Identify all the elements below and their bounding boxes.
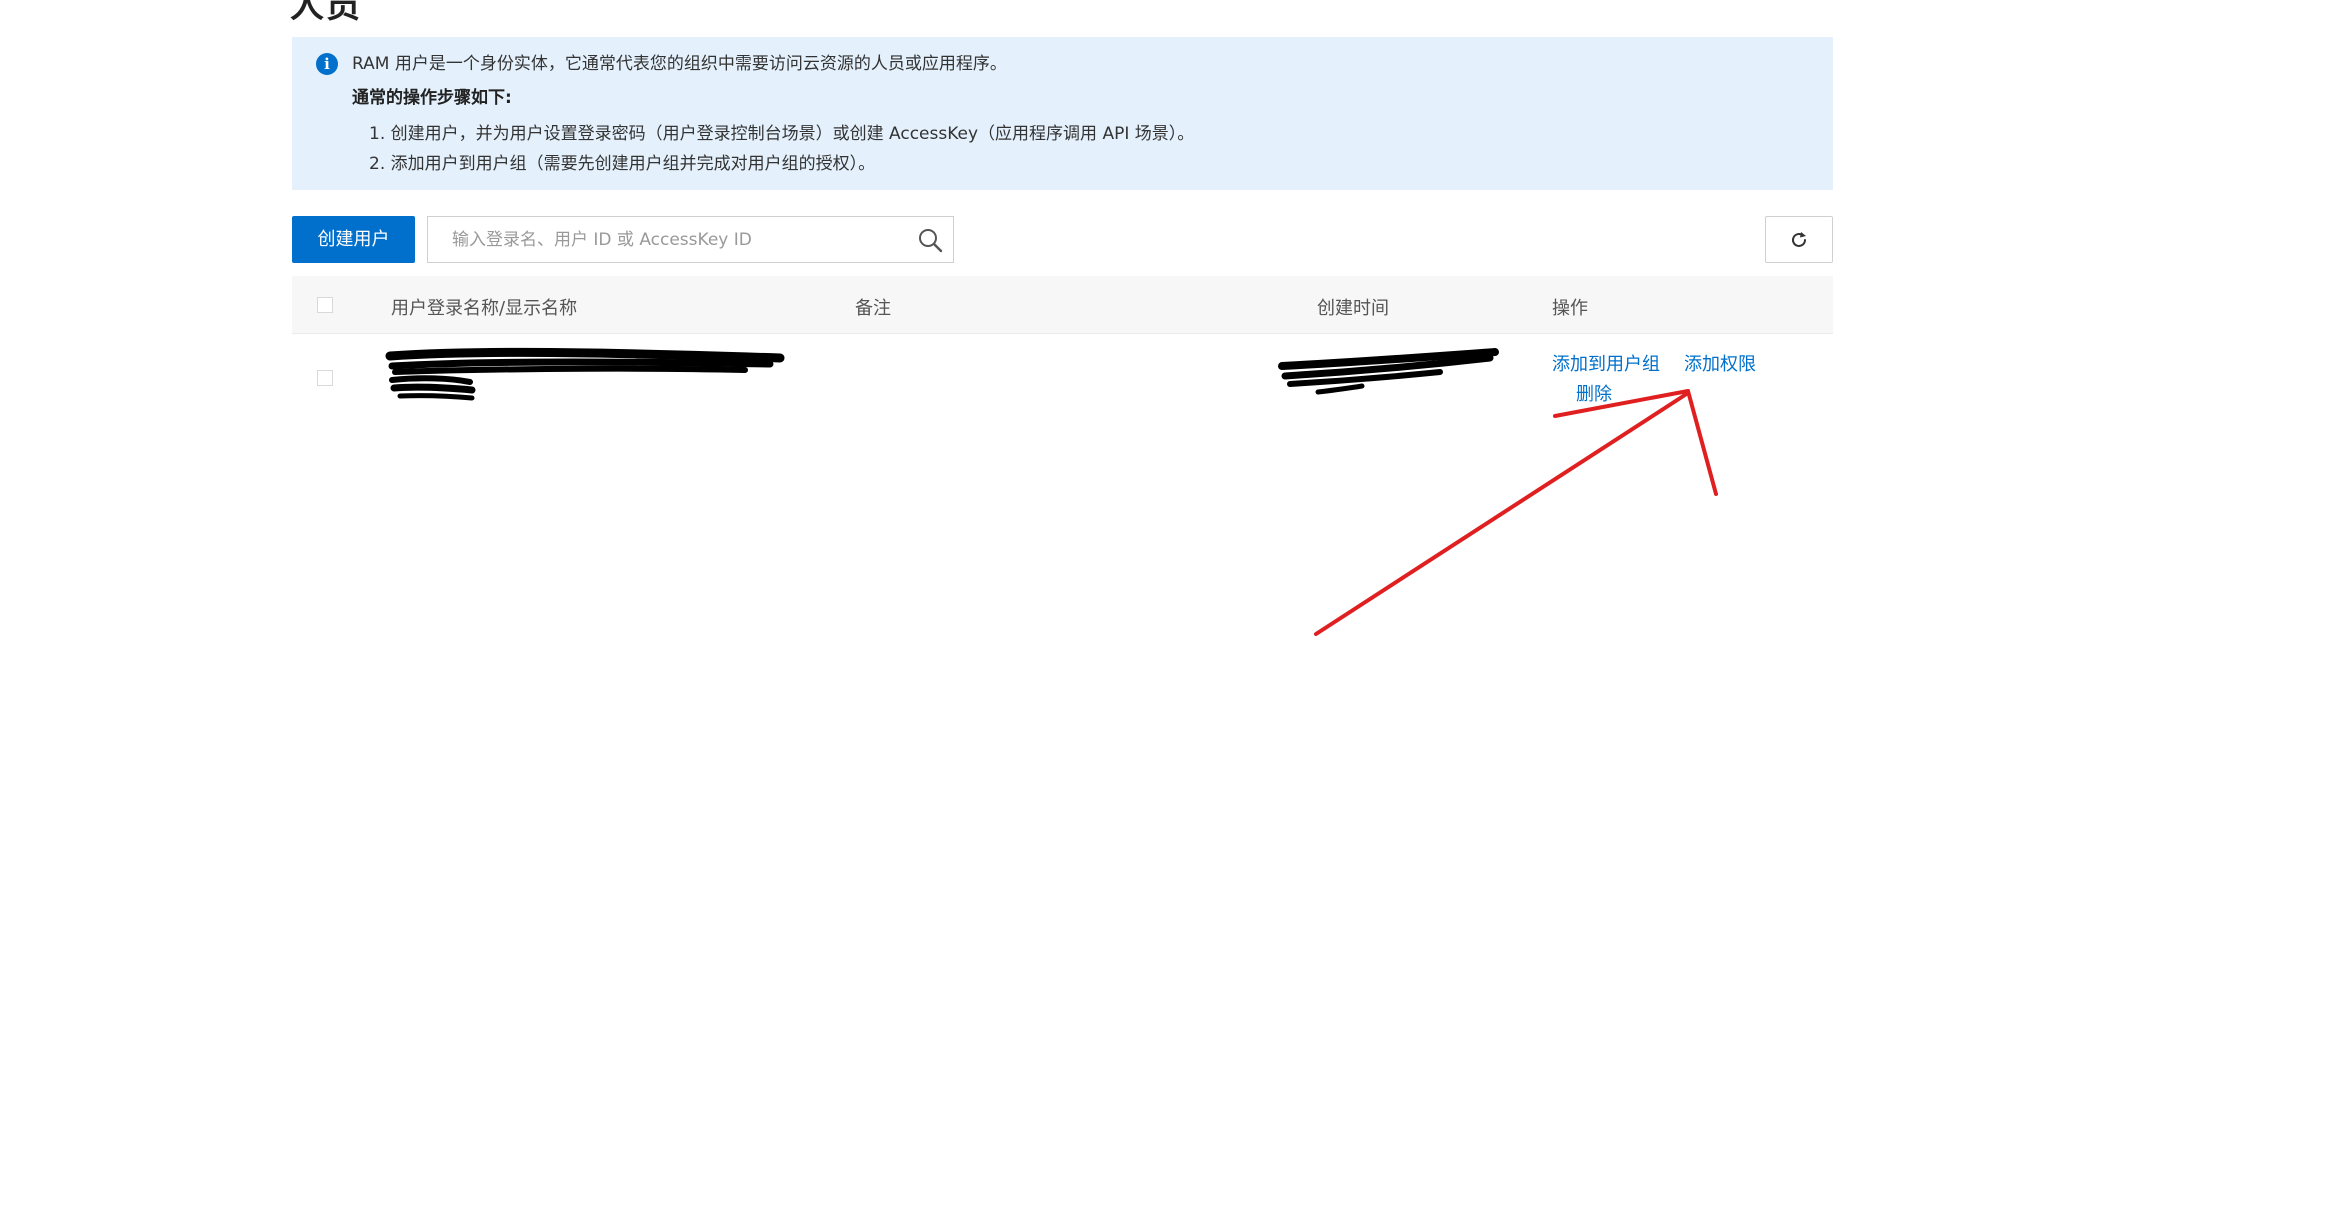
info-intro: RAM 用户是一个身份实体，它通常代表您的组织中需要访问云资源的人员或应用程序。	[352, 54, 1007, 74]
info-step-2: 2. 添加用户到用户组（需要先创建用户组并完成对用户组的授权）。	[369, 154, 876, 174]
table-row: 添加到用户组 添加权限 删除	[292, 334, 1833, 422]
search-input[interactable]	[428, 217, 898, 262]
remark-cell	[855, 354, 1255, 394]
column-header-created: 创建时间	[1317, 298, 1389, 319]
table-header: 用户登录名称/显示名称 备注 创建时间 操作	[292, 276, 1833, 334]
info-icon: i	[316, 53, 338, 75]
row-checkbox[interactable]	[317, 370, 333, 386]
column-header-actions: 操作	[1552, 298, 1588, 319]
column-header-remark: 备注	[855, 298, 891, 319]
created-time-cell	[1277, 354, 1507, 394]
info-step-1: 1. 创建用户，并为用户设置登录密码（用户登录控制台场景）或创建 AccessK…	[369, 124, 1195, 144]
add-to-group-link[interactable]: 添加到用户组	[1552, 350, 1660, 376]
search-box	[427, 216, 954, 263]
add-permission-link[interactable]: 添加权限	[1684, 350, 1756, 376]
column-header-name: 用户登录名称/显示名称	[391, 298, 578, 319]
refresh-icon	[1792, 232, 1806, 247]
page-title-cut: 人员	[290, 0, 362, 26]
info-steps-title: 通常的操作步骤如下:	[352, 88, 512, 108]
search-icon[interactable]	[917, 227, 943, 253]
info-notice: i RAM 用户是一个身份实体，它通常代表您的组织中需要访问云资源的人员或应用程…	[292, 37, 1833, 190]
refresh-button[interactable]	[1765, 216, 1833, 263]
create-user-button[interactable]: 创建用户	[292, 216, 415, 263]
user-name-cell[interactable]	[391, 354, 791, 394]
delete-link[interactable]: 删除	[1576, 380, 1612, 406]
select-all-checkbox[interactable]	[317, 297, 333, 313]
